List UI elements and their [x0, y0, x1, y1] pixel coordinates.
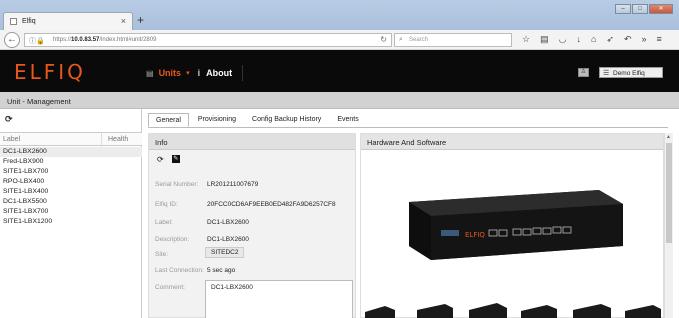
- label-label: Label:: [155, 219, 173, 226]
- scrollbar-thumb[interactable]: [666, 143, 672, 243]
- tab-config-backup-history[interactable]: Config Backup History: [245, 113, 328, 127]
- back-button[interactable]: ←: [4, 32, 20, 48]
- vertical-scrollbar[interactable]: ▲: [664, 133, 673, 318]
- detail-tabs: General Provisioning Config Backup Histo…: [148, 113, 368, 127]
- minimize-window-button[interactable]: –: [615, 4, 631, 14]
- user-icon[interactable]: ♙: [578, 68, 589, 77]
- unit-row[interactable]: DC1-LBX2600: [0, 147, 142, 157]
- menu-divider: [242, 65, 244, 81]
- browser-navbar: ← ⓘ🔒 https://10.0.83.57/index.html#unit/…: [0, 30, 679, 50]
- tab-underline: [148, 127, 668, 128]
- browser-toolbar: ☆ ▤ ◡ ↓ ⌂ ➶ ↶ » ≡: [522, 34, 662, 45]
- extension-icon[interactable]: ↶: [624, 34, 632, 45]
- url-host: 10.0.83.57: [71, 37, 100, 43]
- label-value: DC1-LBX2600: [207, 219, 249, 226]
- units-list: DC1-LBX2600 Fred-LBX900 SITE1-LBX700 RPO…: [0, 147, 142, 227]
- tab-provisioning[interactable]: Provisioning: [191, 113, 243, 127]
- info-icon: i: [197, 68, 201, 78]
- about-menu[interactable]: About: [206, 68, 232, 78]
- last-connection-label: Last Connection:: [155, 267, 204, 274]
- url-text: https://10.0.83.57/index.html#unit/2809: [53, 37, 156, 43]
- serial-value: LR201211007679: [207, 181, 259, 188]
- unit-row[interactable]: SITE1-LBX1200: [0, 217, 142, 227]
- hamburger-menu-icon[interactable]: ≡: [657, 34, 662, 45]
- site-info-icon[interactable]: ⓘ🔒: [29, 36, 45, 46]
- info-actions: ⟳ ✎: [157, 155, 180, 164]
- health-column-header[interactable]: Health: [108, 136, 128, 143]
- comment-label: Comment:: [155, 284, 185, 291]
- address-bar[interactable]: ⓘ🔒 https://10.0.83.57/index.html#unit/28…: [24, 33, 392, 47]
- overflow-icon[interactable]: »: [641, 34, 646, 45]
- serial-label: Serial Number:: [155, 181, 199, 188]
- page-title-bar: Unit - Management: [0, 92, 679, 109]
- unit-row[interactable]: RPO-LBX400: [0, 177, 142, 187]
- browser-tabbar: Elfiq × + – □ ✕: [0, 0, 679, 30]
- user-name: Demo Elfiq: [613, 70, 645, 77]
- chevron-down-icon[interactable]: ▾: [186, 69, 190, 77]
- info-panel: Info ⟳ ✎ Serial Number: LR201211007679 E…: [148, 133, 356, 318]
- label-column-header[interactable]: Label: [3, 136, 20, 143]
- edit-icon[interactable]: ✎: [171, 155, 180, 163]
- device-image: ELFIQ: [365, 190, 661, 318]
- elfiq-id-value: 20FCC0CD6AF9EEB0ED482FA9D6257CF8: [207, 201, 336, 208]
- home-icon[interactable]: ⌂: [591, 34, 596, 45]
- app-logo: ELFIQ: [14, 60, 86, 84]
- site-label: Site:: [155, 251, 169, 258]
- page-title: Unit - Management: [7, 97, 71, 106]
- device-brand-label: ELFIQ: [465, 231, 485, 239]
- units-menu-icon: ▤: [146, 68, 154, 78]
- app-header: ELFIQ ▤ Units ▾ i About ♙ ☰ Demo Elfiq: [0, 50, 679, 92]
- hardware-panel-title: Hardware And Software: [361, 134, 663, 150]
- close-tab-icon[interactable]: ×: [121, 16, 126, 26]
- pocket-icon[interactable]: ◡: [559, 34, 567, 45]
- url-prefix: https://: [53, 37, 72, 43]
- new-tab-icon[interactable]: +: [137, 13, 144, 27]
- reading-list-icon[interactable]: ▤: [540, 34, 549, 45]
- tab-events[interactable]: Events: [330, 113, 365, 127]
- description-value: DC1-LBX2600: [207, 236, 249, 243]
- download-icon[interactable]: ↓: [576, 34, 581, 45]
- hardware-panel: Hardware And Software ELFIQ: [360, 133, 664, 318]
- send-icon[interactable]: ➶: [606, 34, 614, 45]
- account-icon: ☰: [603, 70, 610, 77]
- scroll-up-icon[interactable]: ▲: [666, 134, 671, 140]
- url-path: /index.html#unit/2809: [99, 37, 157, 43]
- tab-general[interactable]: General: [148, 113, 189, 127]
- unit-row[interactable]: DC1-LBX5500: [0, 197, 142, 207]
- refresh-icon[interactable]: ⟳: [5, 114, 13, 125]
- maximize-window-button[interactable]: □: [632, 4, 648, 14]
- refresh-info-icon[interactable]: ⟳: [157, 155, 164, 164]
- units-table-header: Label Health: [0, 132, 142, 147]
- unit-row[interactable]: Fred-LBX900: [0, 157, 142, 167]
- unit-detail: General Provisioning Config Backup Histo…: [142, 109, 679, 318]
- last-connection-value: 5 sec ago: [207, 267, 236, 274]
- units-panel: ⟳ Label Health DC1-LBX2600 Fred-LBX900 S…: [0, 109, 142, 318]
- unit-row[interactable]: SITE1-LBX700: [0, 207, 142, 217]
- search-placeholder: Search: [409, 37, 429, 43]
- window-controls: – □ ✕: [615, 4, 673, 14]
- user-menu[interactable]: ☰ Demo Elfiq: [599, 67, 663, 78]
- reload-icon[interactable]: ↻: [380, 35, 387, 44]
- unit-row[interactable]: SITE1-LBX700: [0, 167, 142, 177]
- description-label: Description:: [155, 236, 190, 243]
- main-menu: ▤ Units ▾ i About: [146, 65, 244, 81]
- comment-field[interactable]: DC1-LBX2600: [205, 280, 353, 318]
- favicon-icon: [10, 18, 17, 25]
- browser-tab[interactable]: Elfiq ×: [3, 12, 133, 30]
- info-panel-title: Info: [149, 134, 355, 150]
- browser-tab-title: Elfiq: [22, 18, 36, 25]
- search-icon: ⌕: [399, 36, 403, 43]
- elfiq-id-label: Elfiq ID:: [155, 201, 178, 208]
- column-divider: [101, 133, 102, 147]
- site-badge: SITEDC2: [205, 247, 245, 258]
- units-menu[interactable]: Units: [159, 68, 182, 78]
- browser-search-input[interactable]: ⌕ Search: [394, 33, 512, 47]
- unit-row[interactable]: SITE1-LBX400: [0, 187, 142, 197]
- bookmark-star-icon[interactable]: ☆: [522, 34, 530, 45]
- close-window-button[interactable]: ✕: [649, 4, 673, 14]
